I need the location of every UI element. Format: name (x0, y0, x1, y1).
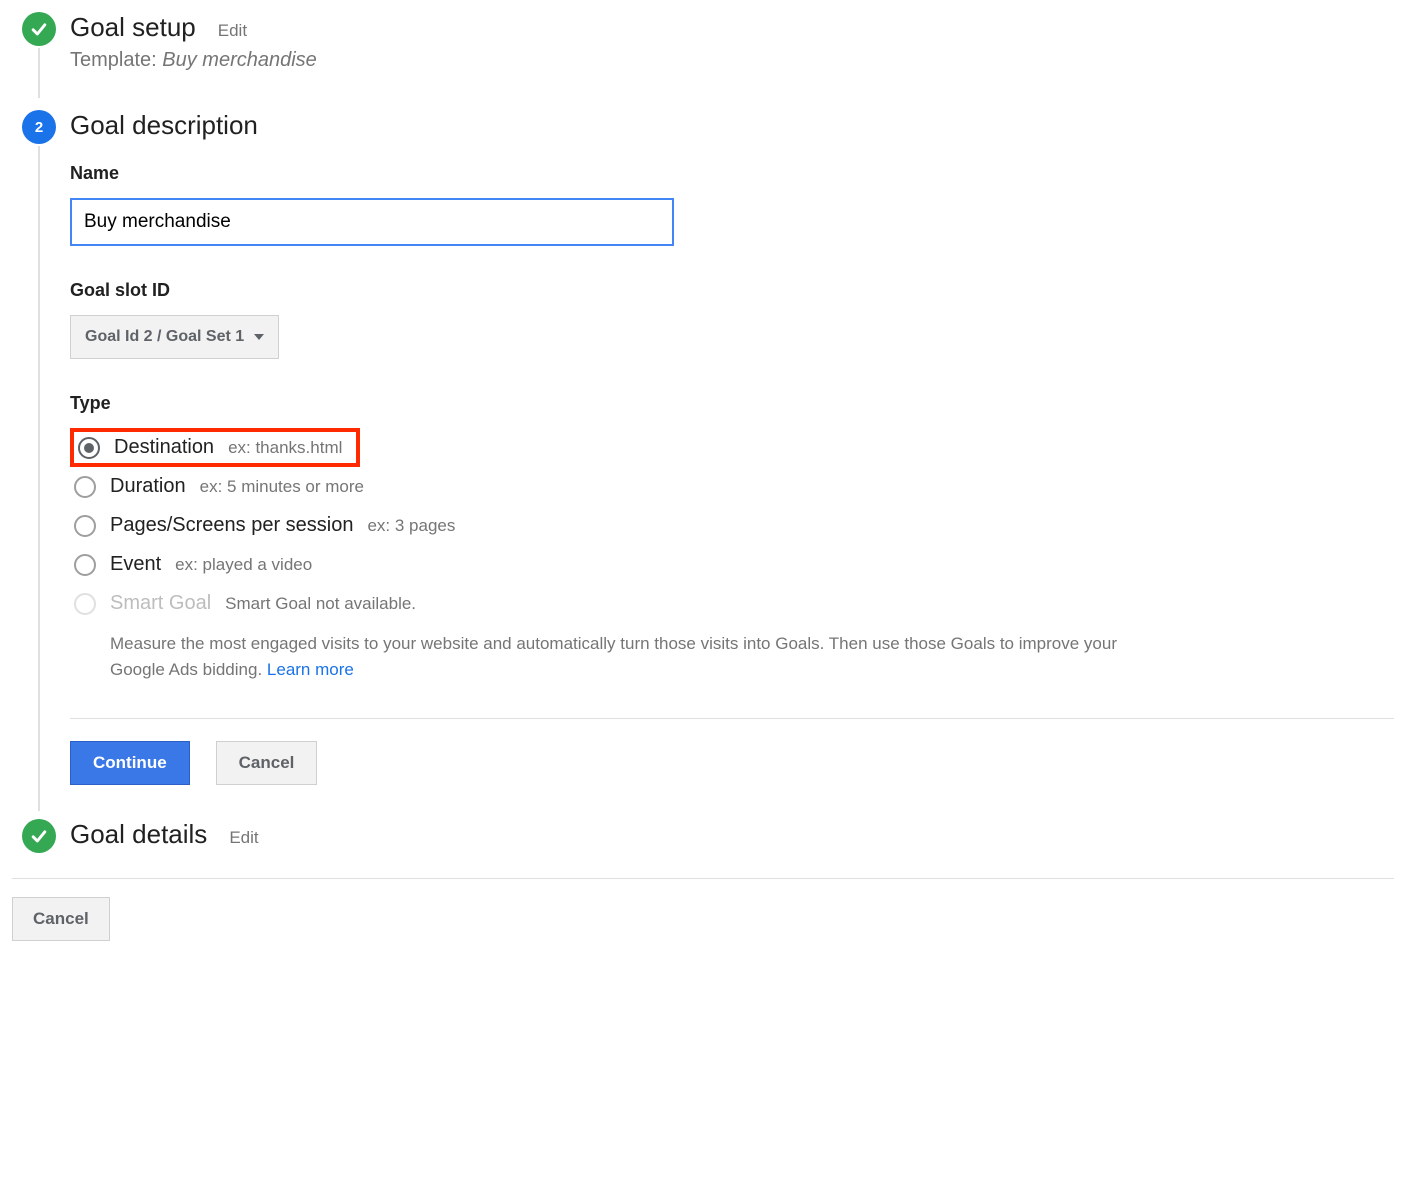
radio-row-event[interactable]: Event ex: played a video (70, 545, 1394, 584)
step-connector (38, 146, 40, 811)
type-label: Type (70, 393, 1394, 414)
footer-divider (12, 878, 1394, 879)
step-title: Goal description (70, 110, 258, 141)
radio-hint: ex: thanks.html (228, 438, 342, 458)
radio-hint: ex: 3 pages (367, 516, 455, 536)
radio-label: Pages/Screens per session (110, 514, 353, 537)
template-value: Buy merchandise (162, 49, 317, 71)
radio-input[interactable] (74, 515, 96, 537)
goal-slot-label: Goal slot ID (70, 280, 1394, 301)
radio-label: Event (110, 553, 161, 576)
radio-label: Duration (110, 475, 186, 498)
cancel-button[interactable]: Cancel (216, 741, 318, 785)
step-number-icon: 2 (22, 110, 56, 144)
radio-input[interactable] (78, 437, 100, 459)
name-label: Name (70, 163, 1394, 184)
learn-more-link[interactable]: Learn more (267, 660, 354, 679)
radio-row-smart-goal: Smart Goal Smart Goal not available. (70, 584, 1394, 623)
step-goal-details: Goal details Edit (16, 819, 1394, 850)
radio-input[interactable] (74, 554, 96, 576)
radio-input (74, 593, 96, 615)
checkmark-icon (22, 819, 56, 853)
smart-goal-text: Measure the most engaged visits to your … (110, 634, 1117, 679)
radio-input[interactable] (74, 476, 96, 498)
step-goal-setup: Goal setup Edit Template: Buy merchandis… (16, 12, 1394, 80)
radio-row-destination[interactable]: Destination ex: thanks.html (70, 428, 360, 467)
radio-label: Destination (114, 436, 214, 459)
checkmark-icon (22, 12, 56, 46)
step-title: Goal details (70, 819, 207, 850)
edit-link[interactable]: Edit (229, 828, 258, 848)
divider (70, 718, 1394, 719)
step-title: Goal setup (70, 12, 196, 43)
edit-link[interactable]: Edit (218, 21, 247, 41)
radio-hint: ex: 5 minutes or more (200, 477, 364, 497)
step-subtitle: Template: Buy merchandise (70, 49, 1394, 72)
continue-button[interactable]: Continue (70, 741, 190, 785)
step-connector (38, 48, 40, 98)
radio-hint: ex: played a video (175, 555, 312, 575)
goal-slot-dropdown[interactable]: Goal Id 2 / Goal Set 1 (70, 315, 279, 359)
chevron-down-icon (254, 334, 264, 340)
step-goal-description: 2 Goal description Name Goal slot ID Goa… (16, 110, 1394, 793)
goal-name-input[interactable] (70, 198, 674, 246)
smart-goal-description: Measure the most engaged visits to your … (110, 631, 1160, 682)
radio-row-duration[interactable]: Duration ex: 5 minutes or more (70, 467, 1394, 506)
footer-cancel-button[interactable]: Cancel (12, 897, 110, 941)
radio-label: Smart Goal (110, 592, 211, 615)
radio-hint: Smart Goal not available. (225, 594, 416, 614)
template-label: Template: (70, 49, 157, 71)
goal-slot-value: Goal Id 2 / Goal Set 1 (85, 328, 244, 346)
radio-row-pages[interactable]: Pages/Screens per session ex: 3 pages (70, 506, 1394, 545)
